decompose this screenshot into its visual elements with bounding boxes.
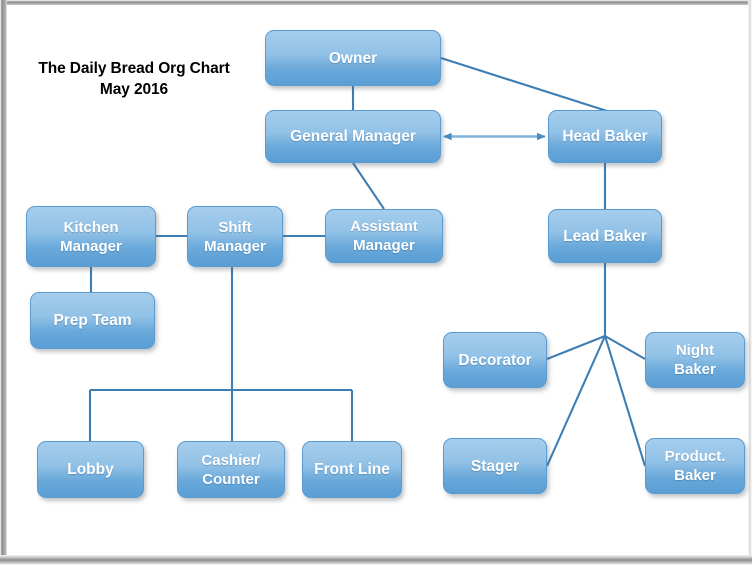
- node-lobby[interactable]: Lobby: [37, 441, 144, 498]
- chart-title-date: May 2016: [99, 81, 169, 98]
- node-assistant-manager[interactable]: Assistant Manager: [325, 209, 443, 263]
- chart-title-main: The Daily Bread Org Chart: [38, 60, 230, 77]
- node-head-baker[interactable]: Head Baker: [548, 110, 662, 163]
- org-chart-canvas: The Daily Bread Org Chart May 2016 Owner…: [0, 0, 752, 565]
- window-frame-left: [0, 0, 7, 565]
- node-shift-manager[interactable]: Shift Manager: [187, 206, 283, 267]
- node-general-manager[interactable]: General Manager: [265, 110, 441, 163]
- page-title: The Daily Bread Org Chart May 2016: [18, 58, 250, 100]
- window-frame-bottom: [0, 555, 752, 565]
- window-frame-right: [748, 0, 752, 565]
- node-kitchen-manager[interactable]: Kitchen Manager: [26, 206, 156, 267]
- node-decorator[interactable]: Decorator: [443, 332, 547, 388]
- node-front-line[interactable]: Front Line: [302, 441, 402, 498]
- node-lead-baker[interactable]: Lead Baker: [548, 209, 662, 263]
- node-prep-team[interactable]: Prep Team: [30, 292, 155, 349]
- node-night-baker[interactable]: Night Baker: [645, 332, 745, 388]
- node-owner[interactable]: Owner: [265, 30, 441, 86]
- node-stager[interactable]: Stager: [443, 438, 547, 494]
- node-production-baker[interactable]: Product. Baker: [645, 438, 745, 494]
- node-cashier-counter[interactable]: Cashier/ Counter: [177, 441, 285, 498]
